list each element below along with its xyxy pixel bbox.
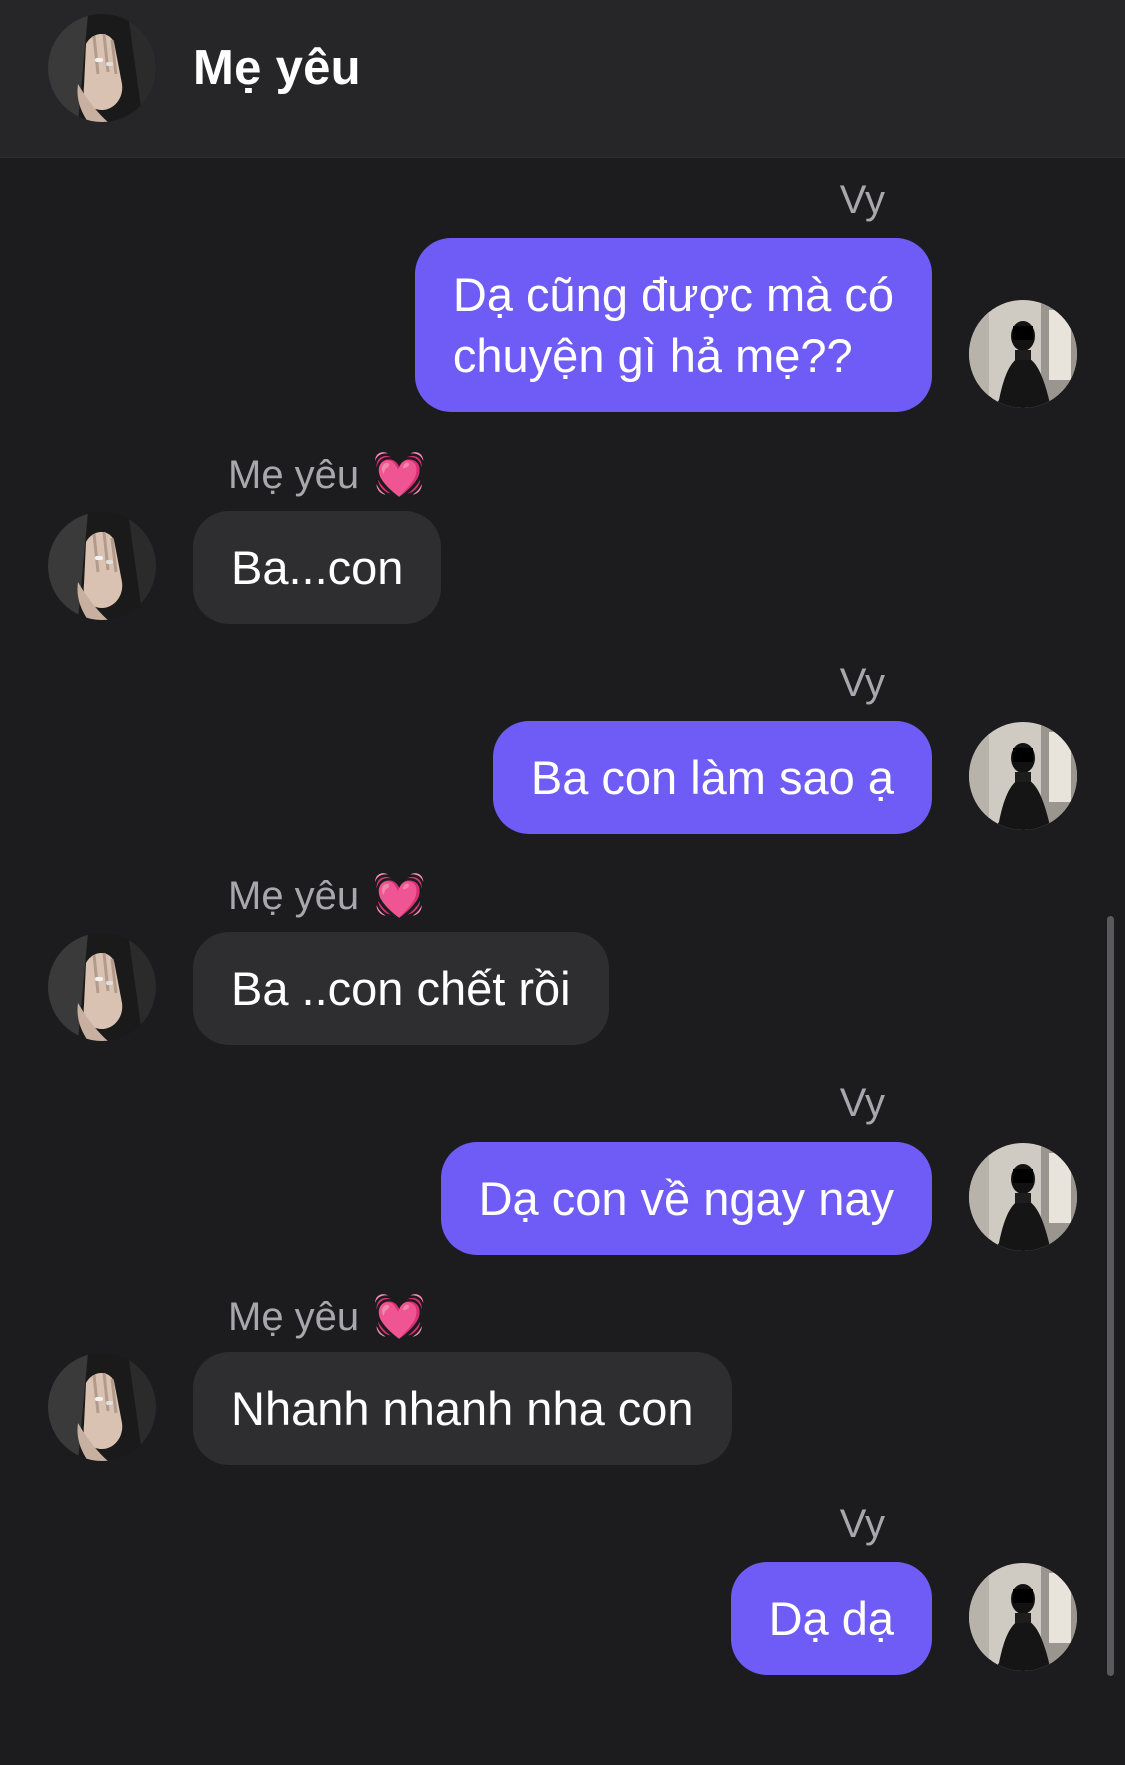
sender-name: Mẹ yêu 💓 (228, 450, 425, 499)
message-text-line: chuyện gì hả mẹ?? (452, 329, 853, 382)
girl-avatar-icon (969, 1563, 1077, 1671)
contact-name[interactable]: Mẹ yêu (193, 40, 361, 96)
sender-name: Vy (839, 1081, 885, 1125)
message-bubble-incoming[interactable]: Nhanh nhanh nha con (193, 1352, 732, 1465)
sender-name: Mẹ yêu 💓 (228, 871, 425, 920)
sender-name-text: Mẹ yêu (228, 453, 360, 497)
message-bubble-outgoing[interactable]: Dạ dạ (730, 1562, 932, 1675)
sender-name: Vy (839, 1502, 885, 1546)
hand-ring-avatar-icon (48, 14, 156, 122)
hand-ring-avatar-icon (48, 1353, 156, 1461)
message-bubble-outgoing[interactable]: Dạ con về ngay nay (440, 1142, 932, 1255)
girl-avatar-icon (969, 1143, 1077, 1251)
beating-heart-icon: 💓 (373, 871, 426, 918)
message-bubble-outgoing[interactable]: Ba con làm sao ạ (492, 721, 932, 834)
chat-header: Mẹ yêu (0, 0, 1125, 158)
my-avatar[interactable] (969, 1563, 1077, 1671)
girl-avatar-icon (969, 722, 1077, 830)
message-bubble-outgoing[interactable]: Dạ cũng được mà có chuyện gì hả mẹ?? (414, 238, 932, 412)
my-avatar[interactable] (969, 722, 1077, 830)
beating-heart-icon: 💓 (373, 1292, 426, 1339)
sender-name-text: Mẹ yêu (228, 1295, 360, 1339)
message-bubble-incoming[interactable]: Ba...con (193, 511, 442, 624)
message-text-line: Dạ cũng được mà có (452, 268, 894, 321)
contact-avatar[interactable] (48, 512, 156, 620)
girl-avatar-icon (969, 300, 1077, 408)
message-bubble-incoming[interactable]: Ba ..con chết rồi (193, 932, 609, 1045)
sender-name: Vy (839, 178, 885, 222)
contact-avatar[interactable] (48, 14, 156, 122)
sender-name: Vy (839, 661, 885, 705)
my-avatar[interactable] (969, 300, 1077, 408)
hand-ring-avatar-icon (48, 933, 156, 1041)
beating-heart-icon: 💓 (373, 450, 426, 497)
scrollbar[interactable] (1107, 916, 1114, 1676)
sender-name: Mẹ yêu 💓 (228, 1292, 425, 1341)
contact-avatar[interactable] (48, 1353, 156, 1461)
hand-ring-avatar-icon (48, 512, 156, 620)
my-avatar[interactable] (969, 1143, 1077, 1251)
contact-avatar[interactable] (48, 933, 156, 1041)
message-list[interactable]: Vy Dạ cũng được mà có chuyện gì hả mẹ?? … (0, 158, 1125, 1765)
sender-name-text: Mẹ yêu (228, 874, 360, 918)
